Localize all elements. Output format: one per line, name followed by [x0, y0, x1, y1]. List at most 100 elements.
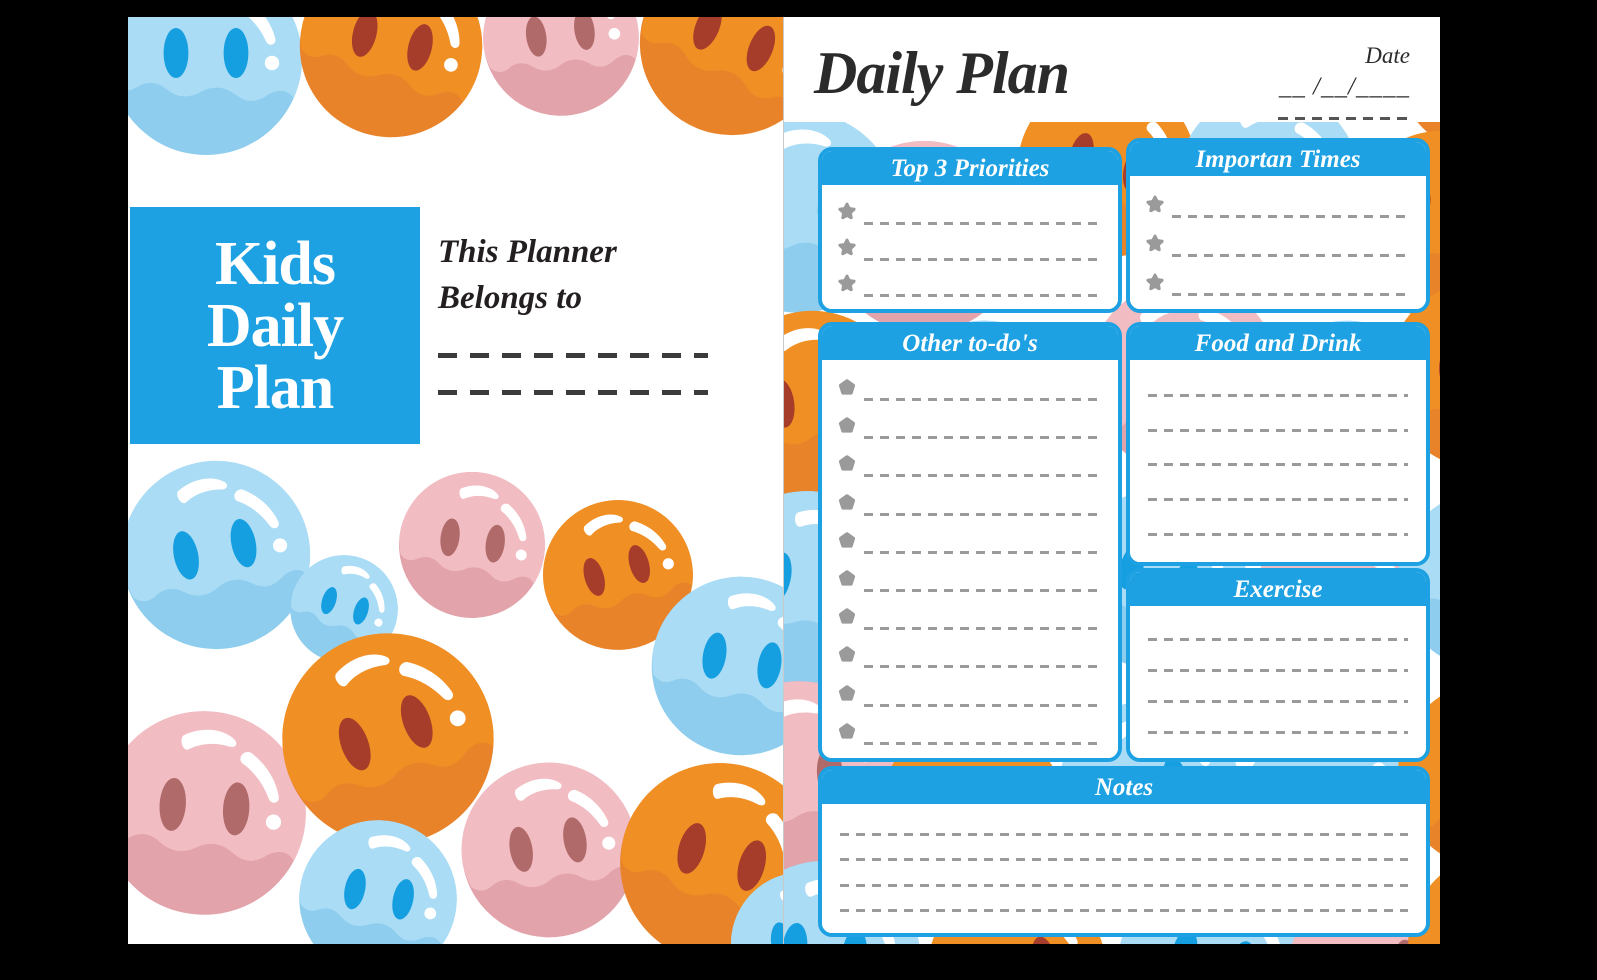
panel-body-times [1130, 176, 1426, 309]
panel-body-notes [822, 804, 1426, 933]
write-line[interactable] [864, 550, 1104, 554]
entry-row[interactable] [836, 606, 1104, 631]
write-line[interactable] [1148, 533, 1408, 537]
entry-row[interactable] [836, 237, 1104, 261]
panel-body-food [1130, 360, 1426, 562]
date-extra-line[interactable] [1278, 117, 1410, 120]
write-line[interactable] [1148, 463, 1408, 467]
panel-important-times: Importan Times [1126, 138, 1430, 313]
entry-row[interactable] [836, 415, 1104, 440]
entry-row[interactable] [836, 721, 1104, 745]
entry-row[interactable] [836, 492, 1104, 516]
write-line[interactable] [864, 474, 1104, 478]
date-label: Date [1365, 43, 1410, 68]
cover-title-line-2: Daily [206, 291, 344, 360]
panel-food-and-drink: Food and Drink [1126, 322, 1430, 566]
entry-row[interactable] [1148, 731, 1408, 734]
entry-row[interactable] [836, 453, 1104, 478]
write-line[interactable] [864, 627, 1104, 631]
star-icon [836, 273, 858, 295]
panel-header-food: Food and Drink [1130, 326, 1426, 360]
bubble-decoration [648, 573, 783, 759]
entry-row[interactable] [840, 833, 1408, 837]
cover-title-block: Kids Daily Plan [130, 207, 420, 444]
write-line[interactable] [840, 858, 1408, 862]
pentagon-icon [836, 606, 858, 628]
bubble-decoration [128, 17, 306, 159]
owner-name-line-2[interactable] [438, 390, 708, 395]
date-block: Date __ /__/____ [1250, 43, 1410, 120]
write-line[interactable] [840, 833, 1408, 837]
write-line[interactable] [1148, 428, 1408, 432]
write-line[interactable] [864, 703, 1104, 707]
entry-row[interactable] [836, 530, 1104, 554]
panel-title-todo: Other to-do's [902, 329, 1038, 357]
pentagon-icon [836, 530, 858, 552]
panel-title-top3: Top 3 Priorities [890, 154, 1050, 182]
pentagon-icon [836, 683, 858, 705]
owner-name-line-1[interactable] [438, 353, 708, 358]
panel-other-to-dos: Other to-do's [818, 322, 1122, 762]
spread-gutter-line [783, 17, 784, 944]
entry-row[interactable] [1148, 533, 1408, 537]
screenshot-canvas: Kids Daily Plan This Planner Belongs to … [0, 0, 1597, 980]
page-title: Daily Plan [814, 40, 1070, 106]
entry-row[interactable] [1148, 700, 1408, 703]
entry-row[interactable] [1148, 393, 1408, 397]
entry-row[interactable] [1148, 463, 1408, 467]
write-line[interactable] [864, 665, 1104, 669]
entry-row[interactable] [840, 858, 1408, 862]
write-line[interactable] [864, 436, 1104, 440]
star-icon [836, 237, 858, 259]
entry-row[interactable] [836, 201, 1104, 225]
panel-top-3-priorities: Top 3 Priorities [818, 147, 1122, 313]
write-line[interactable] [1148, 393, 1408, 397]
entry-row[interactable] [1144, 194, 1412, 218]
belongs-to-block: This Planner Belongs to [438, 229, 708, 395]
write-line[interactable] [1148, 669, 1408, 672]
cover-page: Kids Daily Plan This Planner Belongs to [128, 17, 783, 944]
write-line[interactable] [864, 512, 1104, 516]
entry-row[interactable] [1144, 233, 1412, 257]
write-line[interactable] [864, 589, 1104, 593]
bubble-decoration [296, 17, 486, 141]
write-line[interactable] [864, 398, 1104, 402]
entry-row[interactable] [840, 883, 1408, 887]
entry-row[interactable] [1148, 428, 1408, 432]
write-line[interactable] [1148, 700, 1408, 703]
write-line[interactable] [1148, 731, 1408, 734]
write-line[interactable] [1172, 253, 1412, 257]
bubble-decoration [296, 817, 460, 944]
entry-row[interactable] [836, 568, 1104, 593]
belongs-line-2: Belongs to [438, 280, 582, 316]
entry-row[interactable] [1148, 669, 1408, 672]
entry-row[interactable] [1148, 638, 1408, 641]
entry-row[interactable] [836, 683, 1104, 707]
write-line[interactable] [864, 222, 1104, 225]
write-line[interactable] [1148, 638, 1408, 641]
entry-row[interactable] [836, 273, 1104, 297]
panel-title-exer: Exercise [1233, 575, 1323, 603]
pentagon-icon [836, 492, 858, 514]
star-icon [1144, 233, 1166, 255]
entry-row[interactable] [1148, 498, 1408, 502]
write-line[interactable] [1172, 292, 1412, 296]
write-line[interactable] [864, 294, 1104, 297]
panel-header-top3: Top 3 Priorities [822, 151, 1118, 185]
write-line[interactable] [840, 908, 1408, 912]
write-line[interactable] [1172, 214, 1412, 218]
panel-header-times: Importan Times [1130, 142, 1426, 176]
star-icon [1144, 194, 1166, 216]
entry-row[interactable] [840, 908, 1408, 912]
entry-row[interactable] [1144, 272, 1412, 296]
cover-title-line-1: Kids [214, 229, 336, 298]
cover-title-line-3: Plan [216, 353, 335, 422]
write-line[interactable] [864, 258, 1104, 261]
entry-row[interactable] [836, 644, 1104, 669]
write-line[interactable] [840, 883, 1408, 887]
date-slots[interactable]: __ /__/____ [1250, 73, 1410, 101]
write-line[interactable] [864, 741, 1104, 745]
entry-row[interactable] [836, 377, 1104, 402]
write-line[interactable] [1148, 498, 1408, 502]
panel-body-exer [1130, 606, 1426, 758]
